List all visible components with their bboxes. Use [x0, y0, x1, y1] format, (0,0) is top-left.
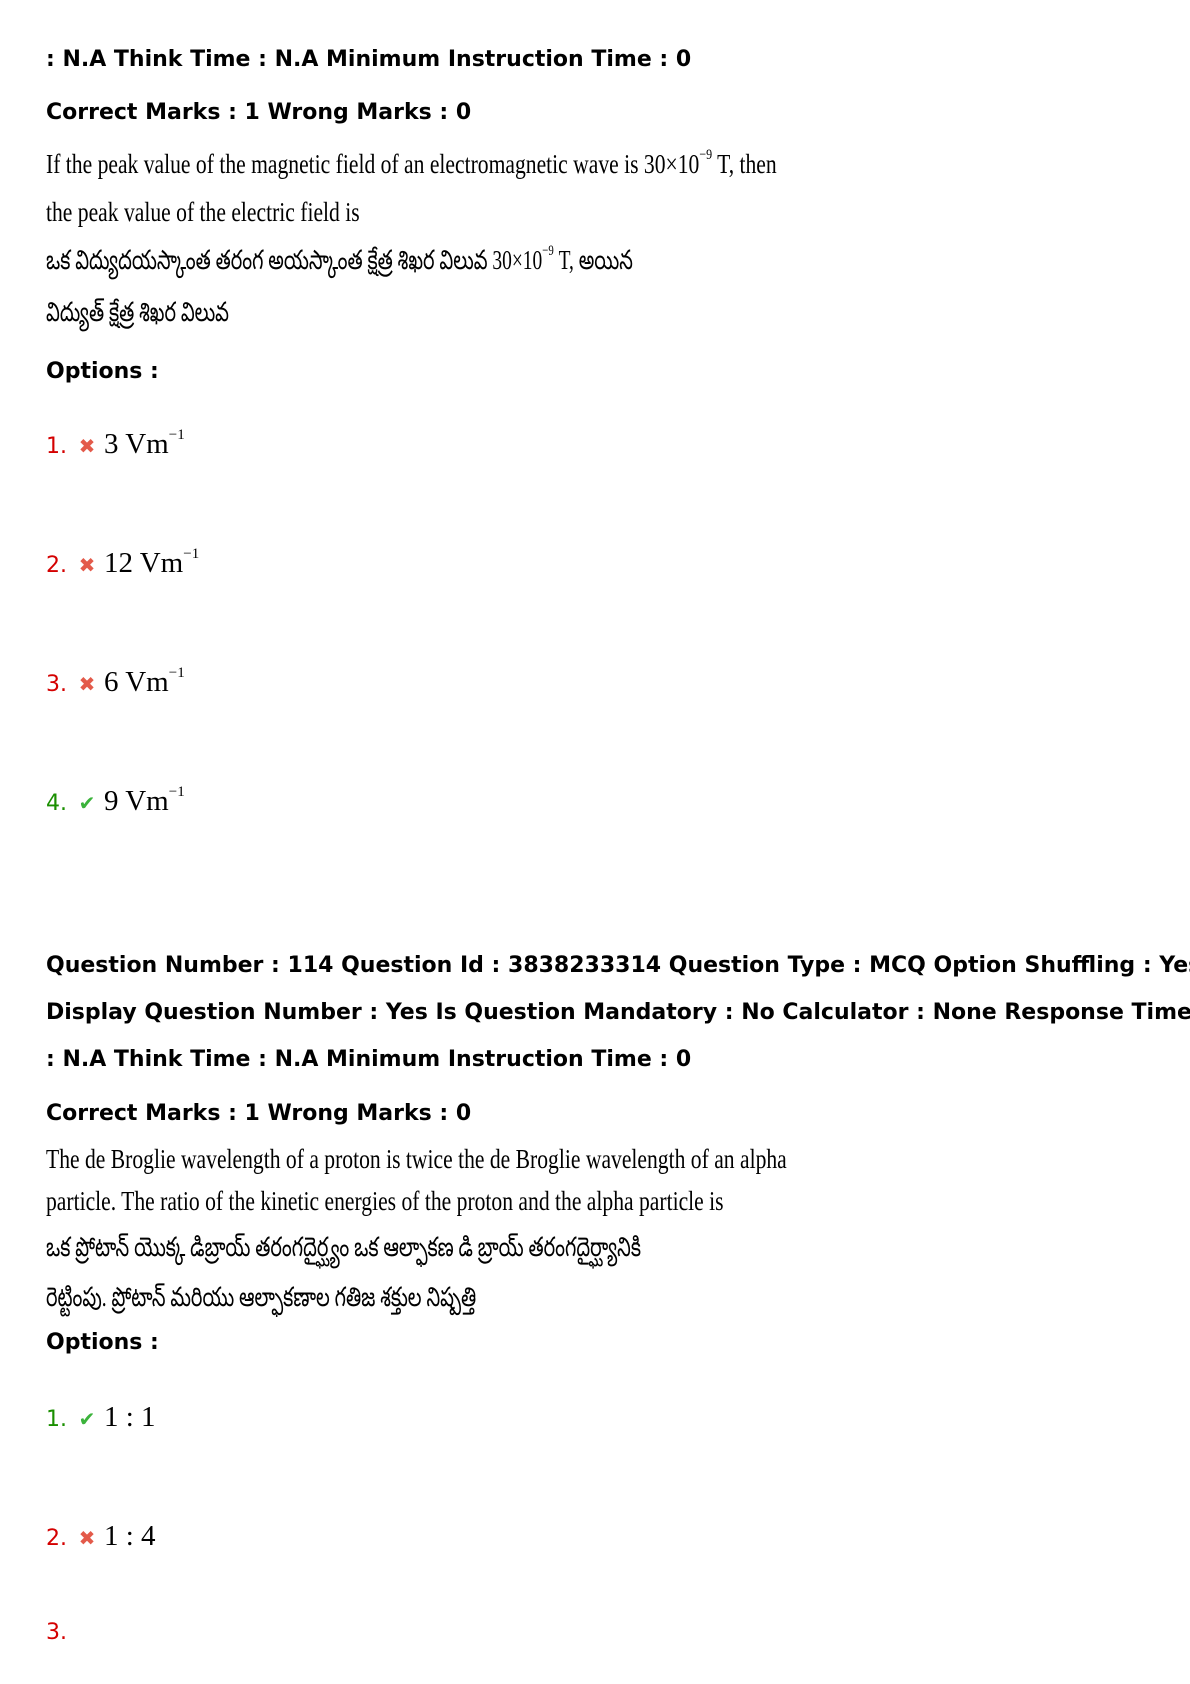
question-text-english: If the peak value of the magnetic field …	[46, 146, 777, 182]
option-value: 3 Vm−1	[104, 428, 185, 461]
options-label: Options :	[46, 359, 159, 384]
question-meta-line: : N.A Think Time : N.A Minimum Instructi…	[46, 47, 692, 72]
exponent: −1	[183, 546, 200, 562]
correct-check-icon: ✔	[78, 1407, 96, 1431]
question-text-part: If the peak value of the magnetic field …	[46, 149, 700, 179]
option-number: 1.	[46, 434, 67, 459]
question-text-telugu: విద్యుత్ క్షేత్ర శిఖర విలువ	[46, 297, 229, 327]
option-row: 3.	[46, 1620, 74, 1656]
correct-check-icon: ✔	[78, 791, 96, 815]
option-number: 3.	[46, 672, 67, 697]
marks-line: Correct Marks : 1 Wrong Marks : 0	[46, 100, 472, 125]
wrong-mark-icon: ✖	[78, 1526, 96, 1550]
wrong-mark-icon: ✖	[78, 553, 96, 577]
question-meta-line: Question Number : 114 Question Id : 3838…	[46, 953, 1190, 978]
exponent: −1	[168, 427, 185, 443]
option-number: 2.	[46, 1526, 67, 1551]
options-label: Options :	[46, 1330, 159, 1355]
option-row: 1. ✖ 3 Vm−1	[46, 428, 185, 464]
option-number: 3.	[46, 1620, 67, 1645]
question-text-english: particle. The ratio of the kinetic energ…	[46, 1186, 724, 1216]
marks-line: Correct Marks : 1 Wrong Marks : 0	[46, 1101, 472, 1126]
document-page: : N.A Think Time : N.A Minimum Instructi…	[0, 0, 1190, 1684]
option-row: 4. ✔ 9 Vm−1	[46, 785, 185, 821]
question-text-telugu: రెట్టింపు. ప్రోటాన్ మరియు ఆల్ఫాకణాల గతిజ…	[46, 1282, 477, 1312]
option-value: 1 : 1	[104, 1401, 156, 1433]
option-number: 4.	[46, 791, 67, 816]
question-meta-line: Display Question Number : Yes Is Questio…	[46, 1000, 1190, 1025]
option-value: 6 Vm−1	[104, 666, 185, 699]
question-text-part: T, అయిన	[553, 245, 633, 275]
option-row: 3. ✖ 6 Vm−1	[46, 666, 185, 702]
question-text-telugu: ఒక ప్రోటాన్ యొక్క డిబ్రాయ్ తరంగదైర్ఘ్యం …	[46, 1232, 641, 1262]
option-row: 2. ✖ 1 : 4	[46, 1520, 156, 1556]
wrong-mark-icon: ✖	[78, 434, 96, 458]
question-text-telugu: ఒక విద్యుదయస్కాంత తరంగ అయస్కాంత క్షేత్ర …	[46, 242, 633, 278]
option-value-text: 3 Vm	[104, 428, 169, 460]
option-value: 12 Vm−1	[104, 547, 199, 580]
option-value: 9 Vm−1	[104, 785, 185, 818]
option-number: 2.	[46, 553, 67, 578]
option-value: 1 : 4	[104, 1520, 156, 1552]
question-text-part: T, then	[712, 149, 777, 179]
exponent: −1	[168, 784, 185, 800]
option-number: 1.	[46, 1407, 67, 1432]
question-text-english: The de Broglie wavelength of a proton is…	[46, 1144, 787, 1174]
option-value-text: 12 Vm	[104, 547, 184, 579]
question-text-part: ఒక విద్యుదయస్కాంత తరంగ అయస్కాంత క్షేత్ర …	[46, 245, 543, 275]
option-row: 2. ✖ 12 Vm−1	[46, 547, 199, 583]
exponent: −9	[699, 147, 713, 163]
wrong-mark-icon: ✖	[78, 672, 96, 696]
exponent: −1	[168, 665, 185, 681]
question-text-english: the peak value of the electric field is	[46, 197, 360, 227]
option-value-text: 9 Vm	[104, 785, 169, 817]
option-row: 1. ✔ 1 : 1	[46, 1401, 156, 1437]
option-value-text: 6 Vm	[104, 666, 169, 698]
exponent: −9	[542, 243, 554, 259]
question-meta-line: : N.A Think Time : N.A Minimum Instructi…	[46, 1047, 692, 1072]
